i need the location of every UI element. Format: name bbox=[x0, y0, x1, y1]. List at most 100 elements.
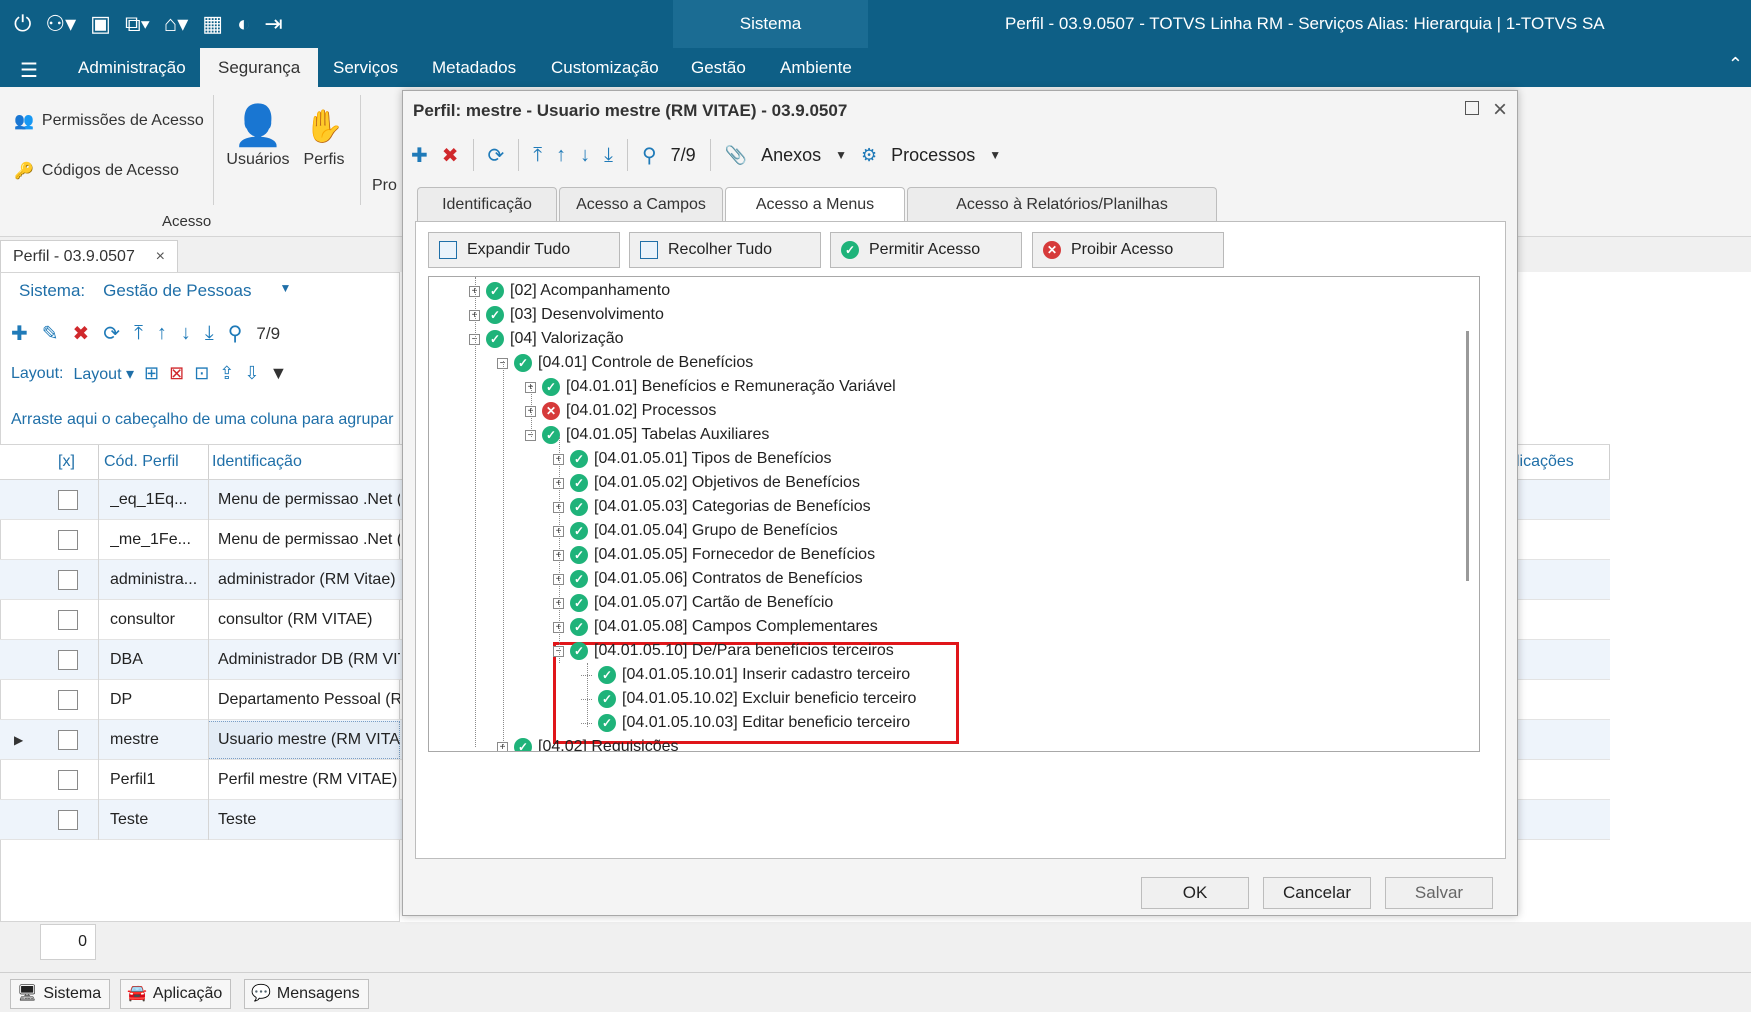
tree-node[interactable]: + ✓ [04.01.05.02] Objetivos de Benefícios bbox=[553, 471, 860, 495]
tree-node[interactable]: + ✕ [04.01.02] Processos bbox=[525, 399, 716, 423]
paint-icon[interactable]: ▼ bbox=[269, 363, 287, 384]
maximize-icon[interactable] bbox=[1465, 101, 1479, 115]
status-aplicacao-button[interactable]: 🚘 Aplicação bbox=[120, 979, 232, 1009]
allowed-icon[interactable]: ✓ bbox=[570, 594, 588, 612]
allowed-icon[interactable]: ✓ bbox=[486, 282, 504, 300]
tree-node[interactable]: + ✓ [04.01.05.06] Contratos de Benefícios bbox=[553, 567, 863, 591]
allowed-icon[interactable]: ✓ bbox=[570, 522, 588, 540]
pro-button[interactable]: Pro bbox=[372, 177, 402, 195]
allowed-icon[interactable]: ✓ bbox=[570, 546, 588, 564]
allowed-icon[interactable]: ✓ bbox=[486, 306, 504, 324]
previous-record-icon[interactable]: ↑ bbox=[556, 144, 566, 167]
row-checkbox[interactable] bbox=[58, 810, 78, 830]
row-checkbox[interactable] bbox=[58, 730, 78, 750]
globe-icon[interactable]: ◐ bbox=[237, 12, 250, 36]
layout-add-icon[interactable]: ⊞ bbox=[144, 363, 159, 384]
allowed-icon[interactable]: ✓ bbox=[542, 426, 560, 444]
tree-node[interactable]: ✓ [04.01.05.10.02] Excluir beneficio terc… bbox=[581, 687, 916, 711]
row-checkbox[interactable] bbox=[58, 610, 78, 630]
processos-menu[interactable]: Processos bbox=[891, 145, 975, 166]
tree-node[interactable]: − ✓ [04.01.05] Tabelas Auxiliares bbox=[525, 423, 769, 447]
allowed-icon[interactable]: ✓ bbox=[514, 738, 532, 751]
sistema-value[interactable]: Gestão de Pessoas bbox=[103, 281, 251, 301]
allowed-icon[interactable]: ✓ bbox=[598, 690, 616, 708]
expandir-tudo-button[interactable]: Expandir Tudo bbox=[428, 232, 620, 268]
tree-node[interactable]: + ✓ [04.01.05.03] Categorias de Benefícios bbox=[553, 495, 871, 519]
allowed-icon[interactable]: ✓ bbox=[570, 474, 588, 492]
tree-node[interactable]: + ✓ [04.01.05.08] Campos Complementares bbox=[553, 615, 878, 639]
allowed-icon[interactable]: ✓ bbox=[542, 378, 560, 396]
allowed-icon[interactable]: ✓ bbox=[570, 642, 588, 660]
tab-acesso-campos[interactable]: Acesso a Campos bbox=[559, 187, 723, 222]
calculator-icon[interactable]: ▦ bbox=[202, 12, 223, 36]
tree-scrollbar[interactable] bbox=[1466, 331, 1469, 581]
exit-icon[interactable]: ⇥ bbox=[264, 12, 282, 36]
layout-import-icon[interactable]: ⇩ bbox=[244, 363, 259, 384]
tab-gestao[interactable]: Gestão bbox=[673, 48, 764, 87]
row-checkbox[interactable] bbox=[58, 490, 78, 510]
allowed-icon[interactable]: ✓ bbox=[598, 714, 616, 732]
proibir-acesso-button[interactable]: ✕ Proibir Acesso bbox=[1032, 232, 1224, 268]
tree-node[interactable]: + ✓ [04.01.05.04] Grupo de Benefícios bbox=[553, 519, 838, 543]
tab-ambiente[interactable]: Ambiente bbox=[762, 48, 870, 87]
delete-icon[interactable]: ✖ bbox=[442, 143, 459, 168]
allowed-icon[interactable]: ✓ bbox=[570, 498, 588, 516]
column-identificacao[interactable]: Identificação bbox=[212, 445, 302, 479]
tab-customizacao[interactable]: Customização bbox=[533, 48, 677, 87]
search-icon[interactable]: ⚲ bbox=[228, 321, 243, 346]
layout-dropdown[interactable]: Layout ▾ bbox=[73, 364, 134, 384]
tree-node[interactable]: + ✓ [03] Desenvolvimento bbox=[469, 303, 664, 327]
tree-node[interactable]: + ✓ [04.01.01] Benefícios e Remuneração Va… bbox=[525, 375, 896, 399]
power-icon[interactable]: ⏻ bbox=[14, 12, 31, 36]
row-checkbox[interactable] bbox=[58, 770, 78, 790]
column-select-all[interactable]: [x] bbox=[58, 445, 75, 479]
tree-node[interactable]: − ✓ [04.01.05.10] De/Para benefícios terce… bbox=[553, 639, 894, 663]
allowed-icon[interactable]: ✓ bbox=[514, 354, 532, 372]
delete-icon[interactable]: ✖ bbox=[73, 321, 90, 346]
layout-save-icon[interactable]: ⊡ bbox=[194, 363, 209, 384]
tab-acesso-relatorios[interactable]: Acesso à Relatórios/Planilhas bbox=[907, 187, 1217, 222]
allowed-icon[interactable]: ✓ bbox=[486, 330, 504, 348]
codigos-acesso-button[interactable]: 🔑 Códigos de Acesso bbox=[14, 161, 179, 181]
status-sistema-button[interactable]: 🖥 Sistema bbox=[10, 979, 111, 1009]
edit-icon[interactable]: ✎ bbox=[42, 321, 59, 346]
tab-administracao[interactable]: Administração bbox=[60, 48, 204, 87]
row-checkbox[interactable] bbox=[58, 570, 78, 590]
status-mensagens-button[interactable]: 💬 Mensagens bbox=[244, 979, 369, 1009]
first-record-icon[interactable]: ⤒ bbox=[134, 322, 143, 345]
first-record-icon[interactable]: ⤒ bbox=[533, 144, 542, 167]
document-tab[interactable]: Perfil - 03.9.0507 × bbox=[0, 240, 178, 272]
tree-node[interactable]: + ✓ [04.02] Requisições bbox=[497, 735, 679, 751]
tree-node[interactable]: ✓ [04.01.05.10.03] Editar beneficio terce… bbox=[581, 711, 910, 735]
usuarios-button[interactable]: 👤 Usuários bbox=[224, 101, 292, 169]
tree-node[interactable]: − ✓ [04.01] Controle de Benefícios bbox=[497, 351, 753, 375]
tab-servicos[interactable]: Serviços bbox=[315, 48, 416, 87]
layout-remove-icon[interactable]: ⊠ bbox=[169, 363, 184, 384]
permissoes-acesso-button[interactable]: 👥 Permissões de Acesso bbox=[14, 111, 204, 131]
window-icon[interactable]: ⧉▾ bbox=[125, 12, 150, 36]
app-menu-icon[interactable]: ☰ bbox=[20, 58, 38, 83]
salvar-button[interactable]: Salvar bbox=[1385, 877, 1493, 909]
collapse-ribbon-icon[interactable]: ⌃ bbox=[1728, 54, 1743, 75]
allowed-icon[interactable]: ✓ bbox=[598, 666, 616, 684]
row-checkbox[interactable] bbox=[58, 690, 78, 710]
allowed-icon[interactable]: ✓ bbox=[570, 618, 588, 636]
group-by-hint[interactable]: Arraste aqui o cabeçalho de uma coluna p… bbox=[11, 411, 393, 429]
refresh-icon[interactable]: ⟳ bbox=[103, 321, 120, 346]
next-record-icon[interactable]: ↓ bbox=[580, 144, 590, 167]
allowed-icon[interactable]: ✓ bbox=[570, 450, 588, 468]
close-icon[interactable]: × bbox=[1493, 94, 1507, 126]
search-icon[interactable]: ⚲ bbox=[642, 143, 657, 168]
allowed-icon[interactable]: ✓ bbox=[570, 570, 588, 588]
anexos-menu[interactable]: Anexos bbox=[761, 145, 821, 166]
next-record-icon[interactable]: ↓ bbox=[181, 322, 191, 345]
tree-node[interactable]: + ✓ [04.01.05.01] Tipos de Benefícios bbox=[553, 447, 832, 471]
tree-node[interactable]: − ✓ [04] Valorização bbox=[469, 327, 624, 351]
add-icon[interactable]: ✚ bbox=[411, 143, 428, 168]
chevron-down-icon[interactable]: ▼ bbox=[835, 148, 847, 162]
layout-export-icon[interactable]: ⇪ bbox=[219, 363, 234, 384]
refresh-icon[interactable]: ⟳ bbox=[488, 143, 505, 168]
perfis-button[interactable]: ✋ Perfis bbox=[298, 101, 350, 169]
chevron-down-icon[interactable]: ▼ bbox=[280, 281, 292, 301]
tree-node[interactable]: + ✓ [04.01.05.05] Fornecedor de Benefícios bbox=[553, 543, 875, 567]
